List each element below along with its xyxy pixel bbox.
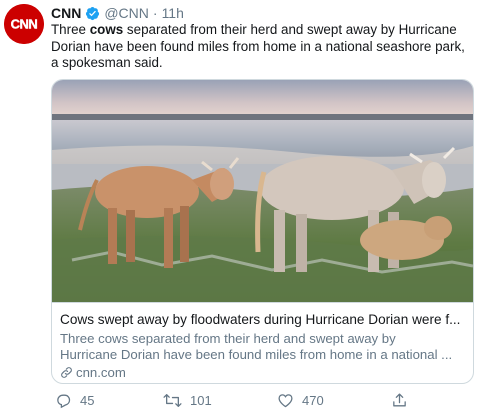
card-description-line: Three cows separated from their herd and… [60,331,396,346]
cows-on-beach-photo[interactable] [52,80,473,302]
reply-button[interactable]: 45 [55,392,94,409]
link-card[interactable]: Cows swept away by floodwaters during Hu… [51,79,474,384]
account-name[interactable]: CNN [51,5,81,21]
like-count: 470 [302,393,324,408]
tweet-text-line: Three cows separated from their herd and… [51,22,457,37]
tweet-actions: 45 101 470 [55,392,415,412]
card-description: Three cows separated from their herd and… [60,331,465,363]
card-title[interactable]: Cows swept away by floodwaters during Hu… [60,311,465,328]
tweet-header: CNN @CNN · 11h [51,4,184,22]
verified-badge-icon [85,6,100,21]
tweet-text: Three cows separated from their herd and… [51,22,471,72]
card-meta[interactable]: Cows swept away by floodwaters during Hu… [52,302,473,383]
tweet[interactable]: CNN CNN @CNN · 11h Three cows separated … [0,0,480,418]
tweet-timestamp[interactable]: 11h [162,5,184,21]
share-icon [393,393,406,407]
logo-text: CNN [11,17,38,32]
retweet-icon [163,393,182,408]
card-domain-text[interactable]: cnn.com [76,365,126,380]
like-button[interactable]: 470 [277,392,324,409]
share-button[interactable] [391,392,416,409]
heart-icon [278,394,293,408]
avatar[interactable]: CNN [4,4,44,44]
retweet-button[interactable]: 101 [163,392,212,409]
tweet-text-line: a spokesman said. [51,55,163,70]
card-domain[interactable]: cnn.com [60,365,465,380]
card-description-line: Hurricane Dorian have been found miles f… [60,347,453,362]
reply-count: 45 [80,393,95,408]
highlighted-keyword: cows [89,22,124,37]
separator-dot: · [152,5,158,21]
account-handle[interactable]: @CNN [104,5,149,21]
retweet-count: 101 [190,393,212,408]
cnn-logo-icon: CNN [4,4,44,44]
link-icon [61,367,72,378]
tweet-text-line: Dorian have been found miles from home i… [51,38,465,54]
reply-icon [57,394,71,409]
